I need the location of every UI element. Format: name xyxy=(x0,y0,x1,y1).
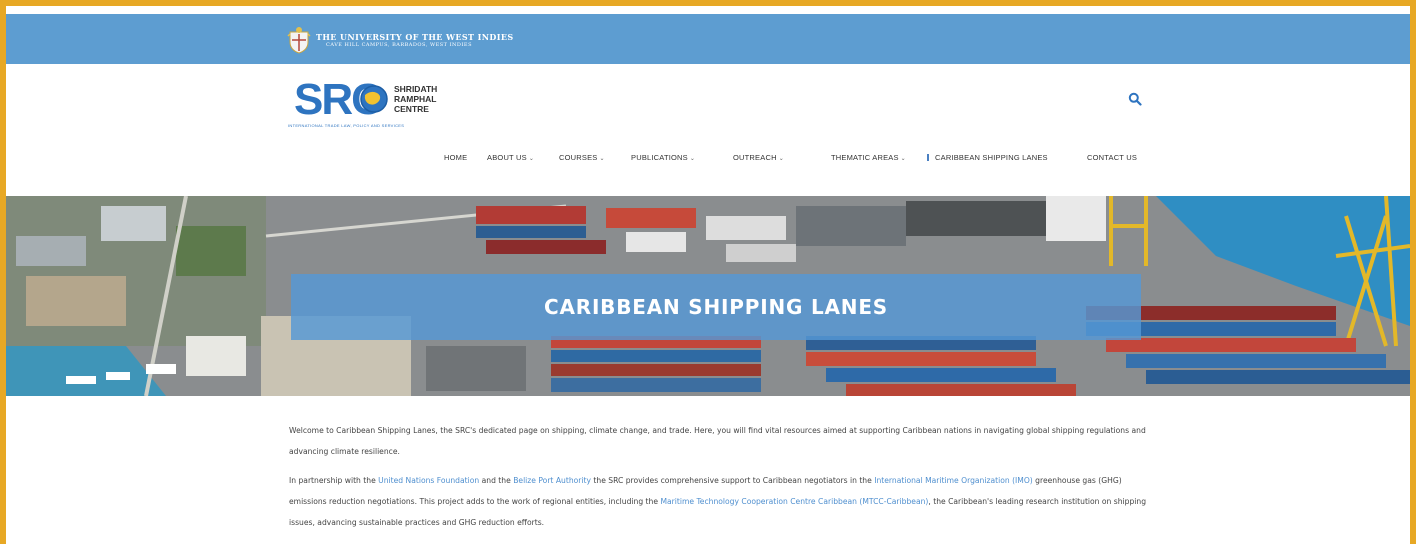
link-belize-port-authority[interactable]: Belize Port Authority xyxy=(513,476,591,485)
nav-label: HOME xyxy=(444,153,468,162)
university-name[interactable]: THE UNIVERSITY OF THE WEST INDIES CAVE H… xyxy=(316,33,514,49)
university-campus-text: CAVE HILL CAMPUS, BARBADOS, WEST INDIES xyxy=(326,42,472,48)
nav-item-about-us[interactable]: ABOUT US ⌄ xyxy=(487,153,534,162)
text-fragment: the SRC provides comprehensive support t… xyxy=(590,476,875,485)
active-nav-indicator xyxy=(927,154,929,161)
logo-tagline: INTERNATIONAL TRADE LAW, POLICY AND SERV… xyxy=(288,123,405,128)
intro-paragraph: Welcome to Caribbean Shipping Lanes, the… xyxy=(289,426,1146,456)
nav-item-courses[interactable]: COURSES ⌄ xyxy=(559,153,605,162)
link-united-nations-foundation[interactable]: United Nations Foundation xyxy=(378,476,479,485)
partnership-paragraph: In partnership with the United Nations F… xyxy=(289,470,1149,533)
chevron-down-icon: ⌄ xyxy=(599,156,605,162)
logo-centre-name: SHRIDATH RAMPHAL CENTRE xyxy=(394,84,437,114)
university-bar: THE UNIVERSITY OF THE WEST INDIES CAVE H… xyxy=(6,14,1410,64)
main-content: Welcome to Caribbean Shipping Lanes, the… xyxy=(289,420,1149,541)
text-fragment: and the xyxy=(479,476,514,485)
link-mtcc-caribbean[interactable]: Maritime Technology Cooperation Centre C… xyxy=(660,497,928,506)
page-title: CARIBBEAN SHIPPING LANES xyxy=(543,295,888,319)
hero-title-overlay: CARIBBEAN SHIPPING LANES xyxy=(291,274,1141,340)
nav-label: OUTREACH xyxy=(733,153,777,162)
university-name-text: THE UNIVERSITY OF THE WEST INDIES xyxy=(316,32,514,42)
src-logo[interactable]: SRC SHRIDATH RAMPHAL CENTRE INTERNATIONA… xyxy=(286,78,466,138)
nav-item-thematic-areas[interactable]: THEMATIC AREAS ⌄ xyxy=(831,153,906,162)
nav-label: CONTACT US xyxy=(1087,153,1138,162)
nav-item-publications[interactable]: PUBLICATIONS ⌄ xyxy=(631,153,695,162)
logo-name-line2: RAMPHAL xyxy=(394,94,437,104)
hero-banner-image: CARIBBEAN SHIPPING LANES xyxy=(6,196,1410,396)
nav-label: PUBLICATIONS xyxy=(631,153,688,162)
chevron-down-icon: ⌄ xyxy=(778,156,784,162)
nav-item-contact-us[interactable]: CONTACT US xyxy=(1087,153,1137,162)
uwi-crest-icon[interactable] xyxy=(286,26,312,54)
nav-label: COURSES xyxy=(559,153,598,162)
search-icon[interactable] xyxy=(1128,92,1142,106)
chevron-down-icon: ⌄ xyxy=(689,156,696,162)
nav-label: CARIBBEAN SHIPPING LANES xyxy=(935,153,1048,162)
nav-item-caribbean-shipping-lanes[interactable]: CARIBBEAN SHIPPING LANES xyxy=(935,153,1048,162)
globe-icon xyxy=(360,85,388,113)
link-imo[interactable]: International Maritime Organization (IMO… xyxy=(874,476,1033,485)
chevron-down-icon: ⌄ xyxy=(900,156,906,162)
nav-item-outreach[interactable]: OUTREACH ⌄ xyxy=(733,153,784,162)
nav-item-home[interactable]: HOME xyxy=(444,153,467,162)
nav-label: ABOUT US xyxy=(487,153,527,162)
logo-name-line3: CENTRE xyxy=(394,104,429,114)
logo-name-line1: SHRIDATH xyxy=(394,84,438,94)
text-fragment: In partnership with the xyxy=(289,476,379,485)
chevron-down-icon: ⌄ xyxy=(528,156,535,162)
nav-label: THEMATIC AREAS xyxy=(831,153,899,162)
page-frame: THE UNIVERSITY OF THE WEST INDIES CAVE H… xyxy=(0,0,1416,544)
